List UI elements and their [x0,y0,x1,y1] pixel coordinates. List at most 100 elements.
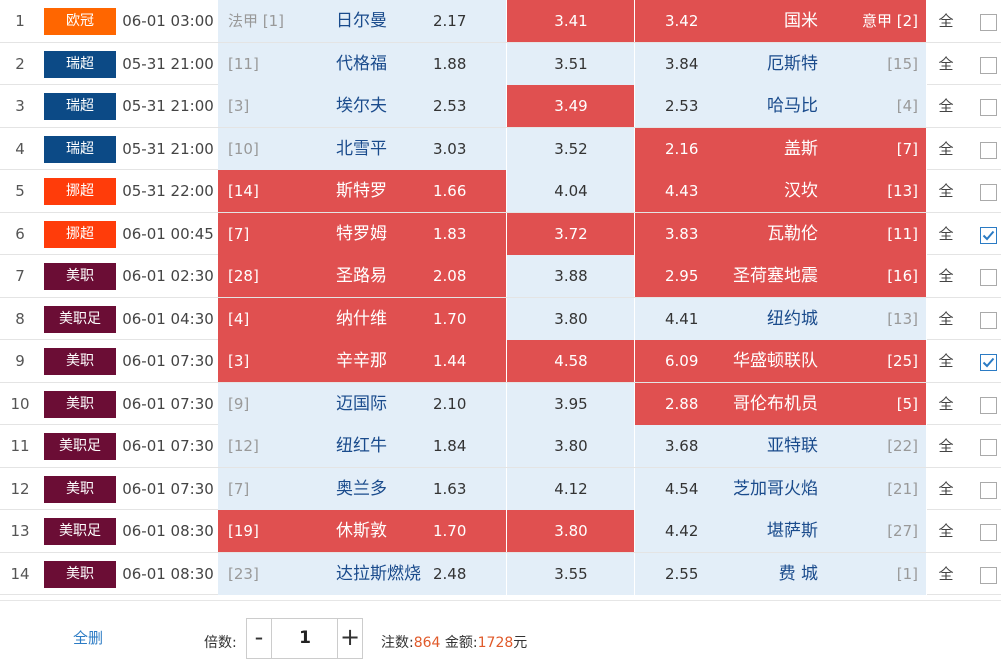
away-win-option[interactable]: 4.43 汉坎 [13] [635,170,927,212]
select-all-toggle[interactable]: 全 [932,128,960,170]
away-win-option[interactable]: 3.83 瓦勒伦 [11] [635,212,927,255]
draw-option[interactable]: 3.52 [507,127,635,170]
home-win-option[interactable]: [19] 休斯敦 1.70 [218,510,507,552]
select-all-toggle[interactable]: 全 [932,510,960,552]
draw-option[interactable]: 3.72 [507,212,635,255]
select-all-toggle[interactable]: 全 [932,298,960,340]
league-badge: 美职 [44,475,116,503]
row-checkbox[interactable] [980,396,997,414]
draw-option[interactable]: 4.58 [507,340,635,382]
home-win-option[interactable]: [3] 辛辛那 1.44 [218,340,507,382]
draw-option[interactable]: 3.88 [507,255,635,297]
away-odds: 2.16 [665,139,699,158]
select-all-toggle[interactable]: 全 [932,0,960,42]
home-win-option[interactable]: [28] 圣路易 2.08 [218,255,507,297]
away-team: 盖斯 [784,138,818,159]
away-win-option[interactable]: 2.16 盖斯 [7] [635,127,927,170]
draw-option[interactable]: 4.04 [507,170,635,212]
draw-option[interactable]: 3.80 [507,425,635,467]
home-win-option[interactable]: [11] 代格福 1.88 [218,42,507,85]
select-all-toggle[interactable]: 全 [932,255,960,297]
away-win-option[interactable]: 4.41 纽约城 [13] [635,297,927,340]
draw-option[interactable]: 3.95 [507,382,635,425]
select-all-toggle[interactable]: 全 [932,170,960,212]
home-win-option[interactable]: [7] 奥兰多 1.63 [218,467,507,510]
row-checkbox[interactable] [980,269,997,286]
home-team: 代格福 [336,53,387,74]
home-win-option[interactable]: [3] 埃尔夫 2.53 [218,85,507,127]
bets-count: 864 [413,635,441,651]
match-row: 13 美职足 06-01 08:30 [19] 休斯敦 1.70 3.80 4.42 堪萨斯 [2… [0,510,1001,553]
match-time: 06-01 00:45 [122,224,214,243]
home-win-option[interactable]: [23] 达拉斯燃烧 2.48 [218,552,507,595]
away-win-option[interactable]: 2.53 哈马比 [4] [635,85,927,127]
delete-all-button[interactable]: 全删 [73,627,103,648]
match-row: 12 美职 06-01 07:30 [7] 奥兰多 1.63 4.12 4.54 芝加哥火焰 [2… [0,467,1001,510]
row-checkbox[interactable] [980,141,997,159]
home-team: 辛辛那 [336,351,387,371]
row-checkbox[interactable] [980,566,997,584]
multiplier-input[interactable]: 1 [273,619,337,658]
home-win-option[interactable]: [12] 纽红牛 1.84 [218,425,507,467]
away-win-option[interactable]: 2.88 哥伦布机员 [5] [635,382,927,425]
match-row: 11 美职足 06-01 07:30 [12] 纽红牛 1.84 3.80 3.68 亚特联 [2… [0,425,1001,468]
row-checkbox[interactable] [980,226,997,244]
row-index: 5 [15,182,25,200]
away-rank: [25] [887,352,918,370]
away-rank: [5] [896,394,918,413]
home-win-option[interactable]: [10] 北雪平 3.03 [218,127,507,170]
away-win-option[interactable]: 4.42 堪萨斯 [27] [635,510,927,552]
row-checkbox[interactable] [980,481,997,499]
draw-option[interactable]: 3.51 [507,42,635,85]
select-all-toggle[interactable]: 全 [932,468,960,510]
increase-button[interactable]: + [337,619,362,658]
row-checkbox[interactable] [980,439,997,456]
away-win-option[interactable]: 3.84 厄斯特 [15] [635,42,927,85]
select-all-toggle[interactable]: 全 [932,43,960,85]
home-win-option[interactable]: [4] 纳什维 1.70 [218,297,507,340]
away-team: 厄斯特 [767,53,818,74]
home-rank: 法甲 [1] [228,12,285,30]
row-checkbox[interactable] [980,14,997,31]
row-checkbox[interactable] [980,184,997,201]
select-all-toggle[interactable]: 全 [932,425,960,467]
draw-option[interactable]: 3.55 [507,552,635,595]
away-odds: 4.43 [665,182,699,200]
home-rank: [19] [228,522,259,540]
draw-option[interactable]: 3.80 [507,297,635,340]
row-checkbox[interactable] [980,56,997,74]
away-win-option[interactable]: 6.09 华盛顿联队 [25] [635,340,927,382]
draw-option[interactable]: 3.41 [507,0,635,42]
select-all-toggle[interactable]: 全 [932,553,960,595]
away-odds: 4.41 [665,309,699,328]
row-checkbox[interactable] [980,524,997,541]
away-win-option[interactable]: 2.95 圣荷塞地震 [16] [635,255,927,297]
away-team: 芝加哥火焰 [733,478,818,499]
row-index: 13 [10,522,30,540]
draw-option[interactable]: 4.12 [507,467,635,510]
row-checkbox[interactable] [980,99,997,116]
away-win-option[interactable]: 3.68 亚特联 [22] [635,425,927,467]
select-all-toggle[interactable]: 全 [932,85,960,127]
home-team: 奥兰多 [336,478,387,499]
away-win-option[interactable]: 4.54 芝加哥火焰 [21] [635,467,927,510]
amount-value: 1728 [477,635,514,651]
select-all-toggle[interactable]: 全 [932,213,960,255]
select-all-toggle[interactable]: 全 [932,383,960,425]
away-win-option[interactable]: 2.55 费 城 [1] [635,552,927,595]
league-badge: 瑞超 [44,93,116,120]
home-win-option[interactable]: [9] 迈国际 2.10 [218,382,507,425]
away-win-option[interactable]: 3.42 国米 意甲 [2] [635,0,927,42]
home-win-option[interactable]: 法甲 [1] 日尔曼 2.17 [218,0,507,42]
row-checkbox[interactable] [980,354,997,371]
decrease-button[interactable]: - [247,619,272,658]
home-win-option[interactable]: [14] 斯特罗 1.66 [218,170,507,212]
draw-option[interactable]: 3.80 [507,510,635,552]
home-team: 日尔曼 [336,11,387,31]
multiplier-stepper: - 1 + [246,618,363,659]
select-all-toggle[interactable]: 全 [932,340,960,382]
row-checkbox[interactable] [980,311,997,329]
home-win-option[interactable]: [7] 特罗姆 1.83 [218,212,507,255]
draw-option[interactable]: 3.49 [507,85,635,127]
home-odds: 2.17 [433,12,467,30]
